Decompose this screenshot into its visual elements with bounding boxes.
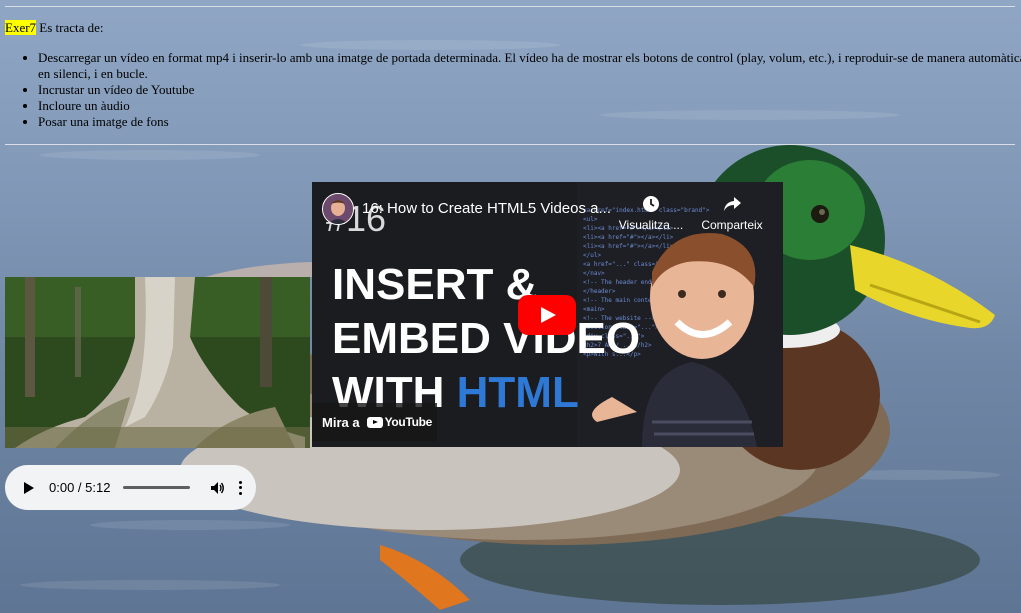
task-item: Posar una imatge de fons xyxy=(38,114,1021,130)
youtube-play-button[interactable] xyxy=(518,295,576,335)
share-button[interactable]: Comparteix xyxy=(697,194,767,232)
headline-line-1: INSERT & xyxy=(332,260,538,309)
share-label: Comparteix xyxy=(701,218,763,232)
audio-progress-slider[interactable] xyxy=(123,486,191,489)
youtube-logo-icon xyxy=(366,416,383,428)
headline-line-2: EMBED VIDEO xyxy=(332,314,641,363)
watch-on-label: Mira a xyxy=(322,414,360,430)
watch-on-youtube-button[interactable]: Mira a YouTube xyxy=(312,403,437,441)
clock-icon xyxy=(643,196,659,212)
bottom-divider xyxy=(5,144,1015,145)
task-item: Descarregar un vídeo en format mp4 i ins… xyxy=(38,50,1021,82)
more-options-icon[interactable] xyxy=(238,480,242,495)
exercise-label: Exer7 xyxy=(5,20,37,35)
task-list: Descarregar un vídeo en format mp4 i ins… xyxy=(5,50,1021,130)
youtube-logo: YouTube xyxy=(366,415,433,429)
audio-player: 0:00 / 5:12 xyxy=(5,465,256,510)
youtube-embed[interactable]: <a href="index.html" class="brand"> <ul>… xyxy=(312,182,783,447)
audio-time: 0:00 / 5:12 xyxy=(49,480,111,495)
audio-play-icon[interactable] xyxy=(24,481,34,494)
headline-html: HTML xyxy=(456,368,579,417)
intro-text: Es tracta de: xyxy=(36,20,104,35)
video-poster-top xyxy=(205,262,312,277)
watch-later-button[interactable]: Visualitza ... xyxy=(616,194,686,232)
youtube-logo-text: YouTube xyxy=(384,415,433,429)
mp4-video-player[interactable] xyxy=(5,277,310,448)
avatar-icon xyxy=(323,194,353,224)
task-item: Incloure un àudio xyxy=(38,98,1021,114)
video-poster-image xyxy=(5,277,310,448)
intro-paragraph: Exer7 Es tracta de: xyxy=(5,20,104,36)
top-divider xyxy=(5,6,1015,7)
watch-later-label: Visualitza ... xyxy=(618,218,684,232)
share-icon xyxy=(724,197,741,211)
video-title[interactable]: 16: How to Create HTML5 Videos a... xyxy=(362,200,622,217)
channel-avatar[interactable] xyxy=(322,193,354,225)
task-item: Incrustar un vídeo de Youtube xyxy=(38,82,1021,98)
volume-icon[interactable] xyxy=(210,481,225,495)
